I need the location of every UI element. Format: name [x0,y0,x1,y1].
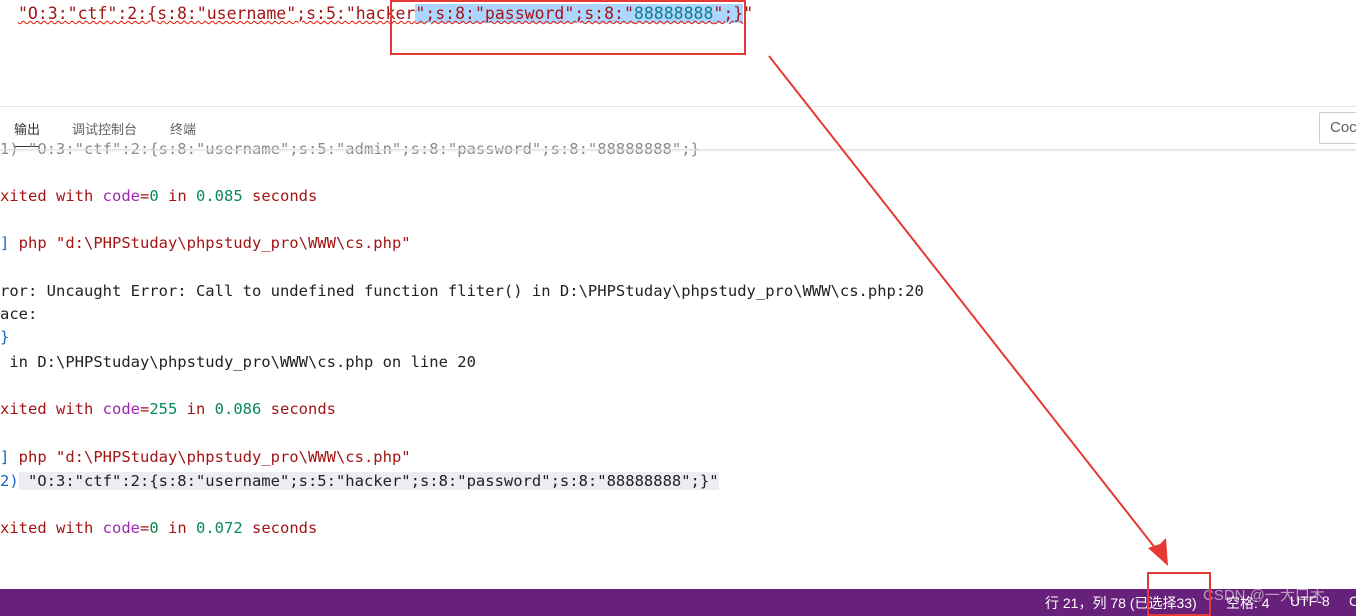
log-exit-3: xited with code=0 in 0.072 seconds [0,519,318,537]
watermark: CSDN @一大口木 [1203,587,1325,604]
log-error-line: ror: Uncaught Error: Call to undefined f… [0,282,924,300]
log-exit-1: xited with code=0 in 0.085 seconds [0,187,318,205]
panel-shadow [0,149,1356,152]
output-channel-label: Coc [1330,119,1356,136]
log-stack-trace: ace: [0,305,38,323]
log-error-location: in D:\PHPStuday\phpstudy_pro\WWW\cs.php … [0,353,476,371]
tab-terminal[interactable]: 终端 [170,119,196,138]
status-more[interactable]: C [1349,593,1356,609]
tab-output[interactable]: 输出 [14,119,41,147]
log-command-2: ] php "d:\PHPStuday\phpstudy_pro\WWW\cs.… [0,448,411,466]
editor-text-prefix: "O:3:"ctf":2:{s:8:"username";s:5:"hacker [18,4,416,23]
tab-debug-console[interactable]: 调试控制台 [72,119,137,138]
output-channel-select[interactable]: Coc [1319,112,1356,144]
annotation-box-status [1147,572,1211,616]
log-brace: } [0,328,10,346]
annotation-box-selection [390,0,746,55]
log-command-1: ] php "d:\PHPStuday\phpstudy_pro\WWW\cs.… [0,234,411,252]
log-exit-2: xited with code=255 in 0.086 seconds [0,400,336,418]
log-result-line: 2) "O:3:"ctf":2:{s:8:"username";s:5:"hac… [0,472,719,490]
